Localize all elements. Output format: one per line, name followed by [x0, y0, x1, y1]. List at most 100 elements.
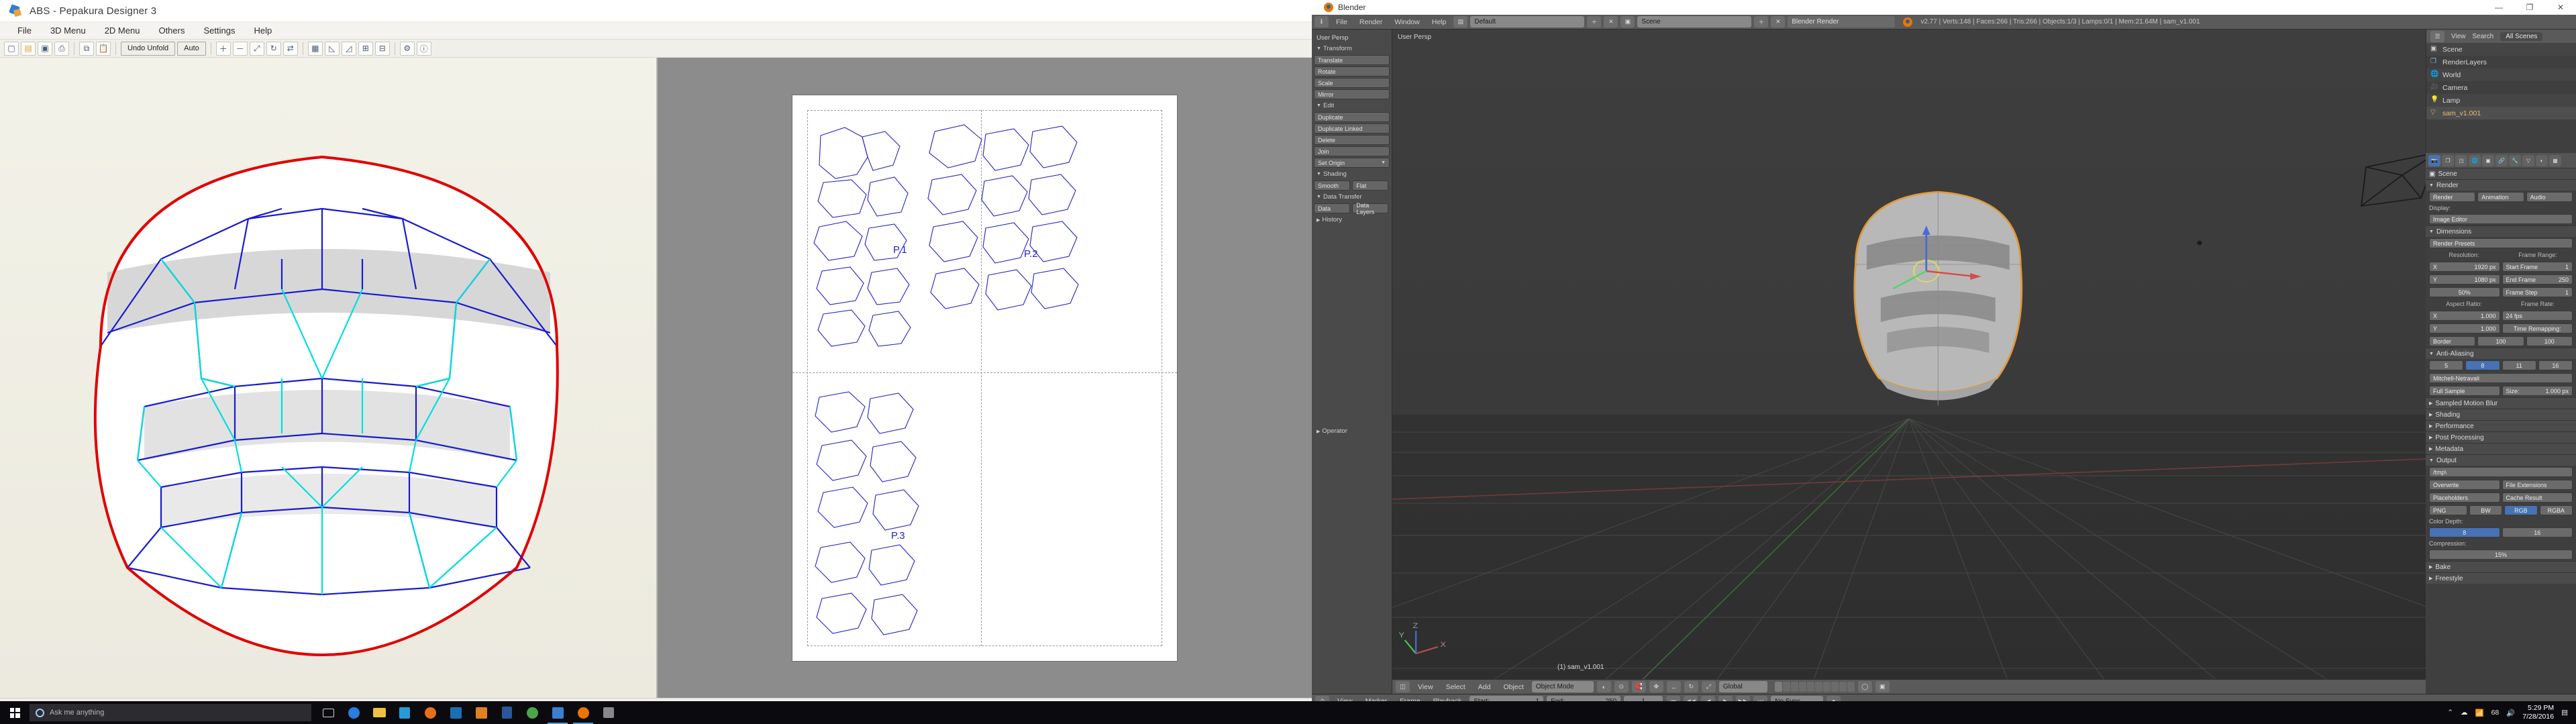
scene-tab[interactable]: ◳ [2455, 154, 2467, 166]
mirror-button[interactable]: Mirror [1314, 89, 1390, 99]
aa-size-field[interactable]: Size: 1.000 px [2502, 386, 2573, 396]
menu-2d[interactable]: 2D Menu [95, 23, 150, 38]
start-frame-field[interactable]: Start Frame 1 [2502, 262, 2573, 272]
color-depth-16[interactable]: 16 [2502, 527, 2573, 537]
section-data-transfer[interactable]: ▼ Data Transfer [1314, 192, 1390, 202]
color-mode-rgb[interactable]: RGB [2504, 505, 2538, 515]
pepakura-taskbar-icon[interactable] [545, 701, 570, 724]
edge-icon[interactable] [341, 701, 366, 724]
duplicate-linked-button[interactable]: Duplicate Linked [1314, 123, 1390, 134]
viewport-shading-icon[interactable]: ◐ [1596, 681, 1611, 692]
aa-samples-8[interactable]: 8 [2465, 360, 2500, 370]
cortana-search-box[interactable]: Ask me anything [30, 704, 311, 721]
display-mode-select[interactable]: Image Editor [2429, 214, 2573, 224]
panel-antialiasing-header[interactable]: ▼ Anti-Aliasing [2426, 348, 2576, 359]
word-icon[interactable] [494, 701, 519, 724]
copy-icon[interactable]: ⧉ [79, 41, 94, 56]
aspect-y-field[interactable]: Y 1.000 [2429, 323, 2500, 333]
panel-metadata-header[interactable]: ▶ Metadata [2426, 443, 2576, 454]
photoshop-icon[interactable] [443, 701, 468, 724]
outliner-item-lamp[interactable]: 💡 Lamp [2426, 94, 2576, 107]
firefox-icon[interactable] [417, 701, 443, 724]
fit-icon[interactable]: ⤢ [249, 41, 264, 56]
flip-icon[interactable]: ⇄ [282, 41, 298, 56]
resolution-percent-field[interactable]: 50% [2429, 287, 2500, 297]
snap-magnet-icon[interactable]: 🧲 [1631, 681, 1646, 692]
join-button[interactable]: Join [1314, 146, 1390, 156]
border-checkbox[interactable]: Border [2429, 336, 2476, 346]
panel-output-header[interactable]: ▼ Output [2426, 454, 2576, 466]
viewport-menu-view[interactable]: View [1413, 682, 1438, 692]
section-shading[interactable]: ▼ Shading [1314, 169, 1390, 179]
blender-outliner[interactable]: ☰ View Search All Scenes ▣ Scene ❐ Rende… [2426, 30, 2576, 153]
panel-freestyle-header[interactable]: ▶ Freestyle [2426, 572, 2576, 584]
proportional-edit-icon[interactable]: ◯ [1857, 681, 1872, 692]
section-edit[interactable]: ▼ Edit [1314, 101, 1390, 111]
undo-unfold-button[interactable]: Undo Unfold [121, 41, 176, 56]
menu-3d[interactable]: 3D Menu [41, 23, 95, 38]
aspect-x-field[interactable]: X 1.000 [2429, 311, 2500, 321]
outliner-menu-view[interactable]: View [2451, 33, 2466, 40]
interaction-mode-select[interactable]: Object Mode [1531, 681, 1594, 692]
new-icon[interactable]: ▢ [4, 41, 19, 56]
file-format-select[interactable]: PNG [2429, 505, 2467, 515]
close-button[interactable]: ✕ [2545, 0, 2576, 15]
color-depth-8[interactable]: 8 [2429, 527, 2500, 537]
auto-unfold-button[interactable]: Auto [177, 41, 206, 56]
pepakura-2d-viewport[interactable]: P.1 P.2 P.3 [658, 58, 1312, 698]
minimize-button[interactable]: — [2483, 0, 2514, 15]
chevron-up-icon[interactable]: ⌃ [2447, 709, 2453, 717]
paste-icon[interactable]: 📋 [96, 41, 111, 56]
editor-type-outliner-icon[interactable]: ☰ [2430, 30, 2444, 42]
join-icon[interactable]: ⊞ [358, 41, 373, 56]
cache-result-checkbox[interactable]: Cache Result [2502, 493, 2573, 503]
section-history[interactable]: ▶ History [1314, 215, 1390, 225]
aa-samples-5[interactable]: 5 [2429, 360, 2464, 370]
menu-help[interactable]: Help [244, 23, 281, 38]
aa-samples-16[interactable]: 16 [2538, 360, 2573, 370]
outliner-item-camera[interactable]: 🎥 Camera [2426, 81, 2576, 94]
data-button[interactable]: Data [1314, 203, 1351, 213]
render-tab[interactable]: 📷 [2428, 154, 2440, 166]
zoom-out-icon[interactable]: － [232, 41, 248, 56]
panel-bake-header[interactable]: ▶ Bake [2426, 561, 2576, 572]
onedrive-icon[interactable]: ☁ [2461, 709, 2468, 717]
print-icon[interactable]: ⎙ [54, 41, 69, 56]
full-sample-checkbox[interactable]: Full Sample [2429, 386, 2500, 396]
renderlayers-tab[interactable]: ❐ [2442, 154, 2454, 166]
pivot-point-icon[interactable]: ⊙ [1614, 681, 1629, 692]
editor-type-icon[interactable]: ℹ [1315, 16, 1329, 28]
chrome-icon[interactable] [519, 701, 545, 724]
resolution-x-field[interactable]: X 1920 px [2429, 262, 2500, 272]
viewport-menu-select[interactable]: Select [1441, 682, 1470, 692]
operator-panel[interactable]: ▶ Operator [1314, 426, 1390, 436]
duplicate-button[interactable]: Duplicate [1314, 112, 1390, 122]
delete-scene-icon[interactable]: ✕ [1771, 16, 1786, 28]
object-tab[interactable]: ▣ [2482, 154, 2494, 166]
layer-grid[interactable] [1774, 682, 1855, 692]
start-button[interactable] [0, 701, 30, 724]
render-audio-button[interactable]: Audio [2526, 192, 2573, 202]
texture-tab[interactable]: ▦ [2549, 154, 2561, 166]
constraints-tab[interactable]: 🔗 [2495, 154, 2508, 166]
panel-performance-header[interactable]: ▶ Performance [2426, 420, 2576, 431]
menu-file[interactable]: File [8, 23, 41, 38]
network-icon[interactable]: 📶 [2475, 709, 2484, 717]
remap-new-field[interactable]: 100 [2526, 336, 2573, 346]
menu-file[interactable]: File [1331, 17, 1352, 28]
task-view-icon[interactable] [315, 701, 341, 724]
editor-type-3dview-icon[interactable]: ◫ [1396, 681, 1410, 692]
panel-shading-header[interactable]: ▶ Shading [2426, 409, 2576, 420]
translate-button[interactable]: Translate [1314, 55, 1390, 65]
pepakura-3d-viewport[interactable] [0, 58, 658, 698]
render-animation-button[interactable]: Animation [2477, 192, 2524, 202]
menu-help[interactable]: Help [1427, 17, 1451, 28]
texture-icon[interactable]: ▦ [307, 41, 323, 56]
data-tab[interactable]: ▽ [2522, 154, 2534, 166]
data-layers-button[interactable]: Data Layers [1352, 202, 1389, 215]
resolution-y-field[interactable]: Y 1080 px [2429, 274, 2500, 285]
section-transform[interactable]: ▼ Transform [1314, 44, 1390, 54]
render-preview-icon[interactable]: ▣ [1875, 681, 1890, 692]
render-engine-field[interactable]: Blender Render [1788, 16, 1896, 28]
end-frame-field[interactable]: End Frame 250 [2502, 274, 2573, 285]
